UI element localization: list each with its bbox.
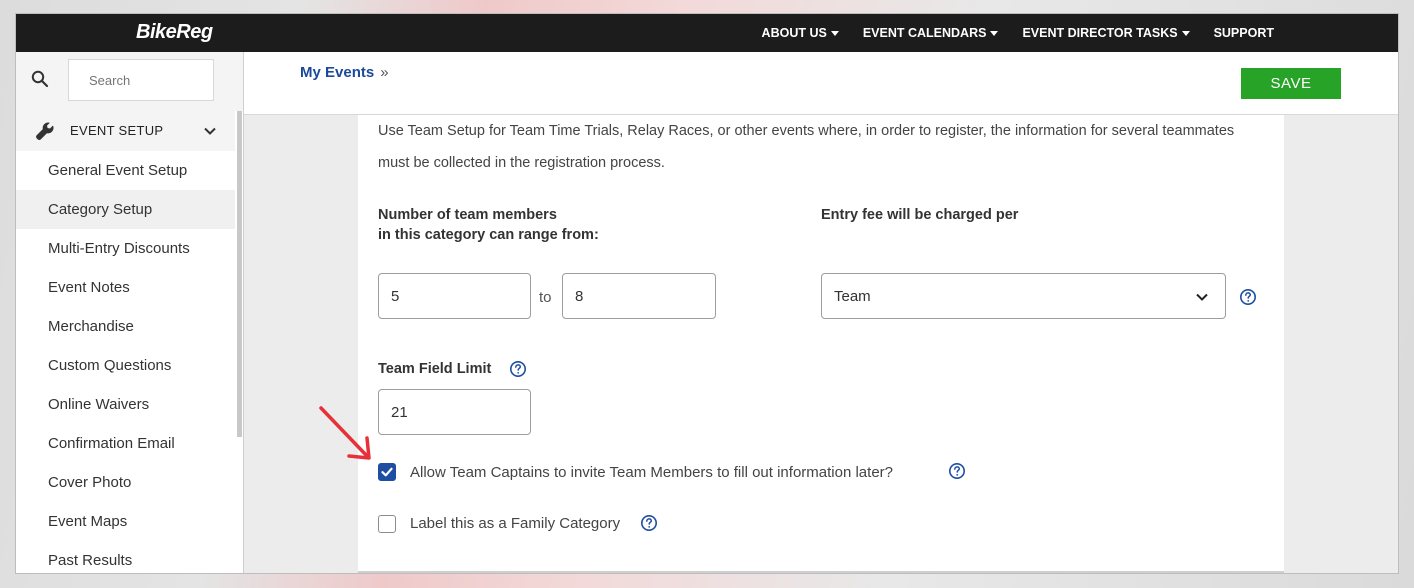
max-team-members-input[interactable]: [562, 273, 716, 319]
sidebar-item-cover-photo[interactable]: Cover Photo: [16, 463, 235, 502]
search-input[interactable]: [68, 59, 214, 101]
help-icon[interactable]: [509, 360, 527, 378]
entry-fee-selected-value: Team: [834, 287, 871, 305]
page-header: My Events » SAVE: [244, 52, 1398, 115]
sidebar-search: [16, 52, 243, 111]
help-icon[interactable]: [640, 514, 658, 532]
sidebar-scrollbar-thumb[interactable]: [237, 111, 242, 437]
nav-label: ABOUT US: [761, 26, 827, 40]
top-nav-bar: BikeReg ABOUT US EVENT CALENDARS EVENT D…: [16, 14, 1398, 52]
chevron-down-icon: [204, 127, 216, 135]
nav-label: EVENT CALENDARS: [862, 26, 987, 40]
family-category-checkbox[interactable]: [378, 515, 396, 533]
sidebar-item-past-results[interactable]: Past Results: [16, 541, 235, 573]
team-members-label-line2: in this category can range from:: [378, 227, 599, 243]
annotation-arrow-icon: [319, 406, 371, 460]
chevron-down-icon: [1196, 293, 1208, 301]
bikereg-logo[interactable]: BikeReg: [136, 21, 213, 44]
nav-support[interactable]: SUPPORT: [1214, 26, 1274, 40]
checkmark-icon: [381, 467, 393, 477]
main-content: Use Team Setup for Team Time Trials, Rel…: [244, 115, 1398, 573]
app-window: BikeReg ABOUT US EVENT CALENDARS EVENT D…: [15, 13, 1399, 574]
min-team-members-input[interactable]: [378, 273, 531, 319]
entry-fee-label: Entry fee will be charged per: [821, 207, 1019, 223]
nav-about-us[interactable]: ABOUT US: [762, 26, 839, 40]
wrench-icon: [36, 122, 54, 140]
caret-down-icon: [830, 30, 839, 36]
sidebar-item-event-maps[interactable]: Event Maps: [16, 502, 235, 541]
card-bottom-border: [358, 571, 1284, 573]
sidebar-item-general-event-setup[interactable]: General Event Setup: [16, 151, 235, 190]
breadcrumb-my-events[interactable]: My Events: [300, 64, 374, 81]
search-icon[interactable]: [31, 70, 49, 88]
sidebar-item-multi-entry-discounts[interactable]: Multi-Entry Discounts: [16, 229, 235, 268]
section-label: EVENT SETUP: [70, 123, 164, 138]
allow-captains-checkbox[interactable]: [378, 463, 396, 481]
team-field-limit-label: Team Field Limit: [378, 361, 492, 377]
team-members-label: Number of team members in this category …: [378, 205, 599, 245]
main-nav: ABOUT US EVENT CALENDARS EVENT DIRECTOR …: [762, 14, 1398, 52]
help-icon[interactable]: [1239, 288, 1257, 306]
range-to-label: to: [539, 289, 552, 306]
nav-label: EVENT DIRECTOR TASKS: [1022, 26, 1178, 40]
caret-down-icon: [1181, 30, 1190, 36]
team-members-label-line1: Number of team members: [378, 207, 557, 223]
team-setup-intro: Use Team Setup for Team Time Trials, Rel…: [378, 123, 1235, 171]
sidebar-item-confirmation-email[interactable]: Confirmation Email: [16, 424, 235, 463]
team-field-limit-input[interactable]: [378, 389, 531, 435]
nav-event-calendars[interactable]: EVENT CALENDARS: [863, 26, 999, 40]
team-setup-card: Use Team Setup for Team Time Trials, Rel…: [358, 115, 1284, 573]
breadcrumb-separator: »: [380, 64, 389, 81]
event-setup-section-toggle[interactable]: EVENT SETUP: [16, 111, 235, 151]
caret-down-icon: [990, 30, 999, 36]
sidebar-item-custom-questions[interactable]: Custom Questions: [16, 346, 235, 385]
nav-event-director-tasks[interactable]: EVENT DIRECTOR TASKS: [1022, 26, 1190, 40]
sidebar-item-online-waivers[interactable]: Online Waivers: [16, 385, 235, 424]
sidebar-menu: General Event Setup Category Setup Multi…: [16, 151, 238, 573]
sidebar-item-merchandise[interactable]: Merchandise: [16, 307, 235, 346]
help-icon[interactable]: [948, 462, 966, 480]
family-category-label[interactable]: Label this as a Family Category: [410, 515, 620, 532]
nav-label: SUPPORT: [1213, 26, 1274, 40]
allow-captains-label[interactable]: Allow Team Captains to invite Team Membe…: [410, 464, 893, 481]
entry-fee-select[interactable]: Team: [821, 273, 1226, 319]
breadcrumb: My Events »: [300, 64, 389, 81]
save-button[interactable]: SAVE: [1241, 68, 1341, 99]
sidebar: EVENT SETUP General Event Setup Category…: [16, 52, 244, 573]
sidebar-item-event-notes[interactable]: Event Notes: [16, 268, 235, 307]
sidebar-item-category-setup[interactable]: Category Setup: [16, 190, 238, 229]
